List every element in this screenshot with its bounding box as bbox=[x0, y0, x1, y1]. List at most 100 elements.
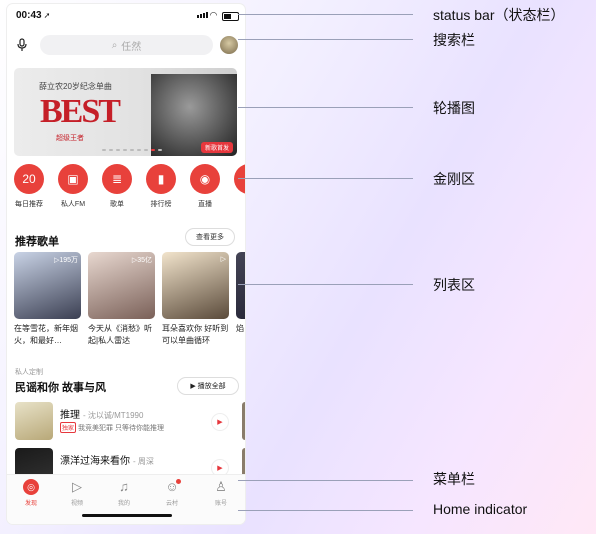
wifi-icon: ◠ bbox=[210, 10, 217, 20]
tab-community[interactable]: ☺ 云村 bbox=[152, 479, 192, 507]
calendar-icon: 20 bbox=[14, 164, 44, 194]
carousel-banner[interactable]: 薛立农20岁纪念单曲 BEST 超级王者 新歌首发 bbox=[14, 68, 237, 156]
play-all-button[interactable]: ▶ 播放全部 bbox=[177, 377, 239, 395]
callout-status-bar: status bar（状态栏） bbox=[433, 7, 565, 23]
quick-action-item[interactable]: ◉ 直播 bbox=[183, 164, 227, 209]
callout-line bbox=[238, 510, 413, 511]
location-icon: ➚ bbox=[43, 11, 51, 20]
play-count: ▷35亿 bbox=[131, 257, 152, 264]
play-count: ▷195万 bbox=[53, 257, 78, 264]
song-title-row: 漂洋过海来看你 - 周深 bbox=[60, 452, 154, 467]
song-artist: - 沈以诚/MT1990 bbox=[83, 411, 144, 420]
list-item[interactable]: 推理 - 沈以诚/MT1990 独家 我竞美犯罪 只等待你能推理 ▶ bbox=[15, 402, 245, 440]
playlist-cover: ▷ bbox=[162, 252, 229, 319]
radio-icon: ▣ bbox=[58, 164, 88, 194]
tab-label: 云村 bbox=[165, 501, 178, 507]
quick-action-label: 歌单 bbox=[110, 201, 124, 208]
search-placeholder: 任然 bbox=[121, 41, 142, 53]
play-count: ▷ bbox=[220, 256, 226, 263]
banner-title: BEST bbox=[40, 93, 121, 130]
search-bar: ⌕ 任然 bbox=[7, 32, 245, 58]
playlist-card[interactable]: 焰 bbox=[236, 252, 245, 347]
private-label: 私人定制 bbox=[15, 369, 43, 376]
discover-icon: ◎ bbox=[23, 479, 39, 495]
quick-action-item[interactable]: ▣ 私人FM bbox=[51, 164, 95, 209]
song-title-row: 推理 - 沈以诚/MT1990 bbox=[60, 406, 143, 421]
callout-list: 列表区 bbox=[433, 277, 475, 293]
song-desc-row: 独家 我竞美犯罪 只等待你能推理 bbox=[60, 422, 164, 433]
battery-icon bbox=[222, 12, 239, 21]
signal-icon bbox=[197, 12, 208, 18]
quick-action-label: 每日推荐 bbox=[15, 201, 43, 208]
account-icon: ♙ bbox=[215, 479, 227, 494]
playlist-cover: ▷35亿 bbox=[88, 252, 155, 319]
next-page-thumb bbox=[242, 402, 245, 440]
partial-icon: ◔ bbox=[234, 164, 245, 194]
playlist-title: 今天从《消愁》听起|私人雷达 bbox=[88, 324, 152, 345]
playlist-title: 耳朵喜欢你 好听到可以单曲循环 bbox=[162, 324, 229, 345]
quick-action-label: 排行榜 bbox=[150, 201, 172, 208]
tab-label: 发现 bbox=[24, 501, 37, 507]
playlist-card[interactable]: ▷ 耳朵喜欢你 好听到可以单曲循环 bbox=[162, 252, 229, 347]
callout-tabbar: 菜单栏 bbox=[433, 471, 475, 487]
banner-album: 超级王者 bbox=[56, 135, 84, 142]
quick-action-label: 私人FM bbox=[60, 201, 86, 208]
view-more-button[interactable]: 查看更多 bbox=[185, 228, 235, 246]
playlist-title: 在等雪花，新年烟火，和最好… bbox=[14, 324, 78, 345]
playlist-icon: ≣ bbox=[102, 164, 132, 194]
song-desc: 我竞美犯罪 只等待你能推理 bbox=[78, 425, 164, 432]
tab-video[interactable]: ▷ 视频 bbox=[57, 479, 97, 507]
quick-action-grid: 20 每日推荐 ▣ 私人FM ≣ 歌单 ▮ 排行榜 ◉ 直播 ◔ bbox=[7, 164, 245, 214]
callout-line bbox=[238, 284, 413, 285]
avatar[interactable] bbox=[220, 36, 238, 54]
search-icon: ⌕ bbox=[111, 39, 118, 51]
phone-screen: 00:43 ➚ ◠ ⌕ 任然 薛立农20岁纪念单曲 BEST 超级王者 新歌首发 … bbox=[7, 4, 245, 524]
quick-action-item[interactable]: 20 每日推荐 bbox=[7, 164, 51, 209]
callout-line bbox=[238, 178, 413, 179]
search-input[interactable]: ⌕ 任然 bbox=[40, 35, 213, 55]
tab-label: 我的 bbox=[117, 501, 130, 507]
carousel-dots bbox=[102, 149, 162, 151]
music-icon: ♫ bbox=[119, 479, 129, 494]
playlist-cover bbox=[236, 252, 245, 319]
song-name: 漂洋过海来看你 bbox=[60, 456, 130, 467]
tab-label: 视频 bbox=[70, 501, 83, 507]
playlist-card[interactable]: ▷195万在等雪花，新年烟火，和最好… bbox=[14, 252, 81, 347]
chart-icon: ▮ bbox=[146, 164, 176, 194]
callout-line bbox=[238, 107, 413, 108]
play-icon[interactable]: ▶ bbox=[211, 413, 229, 431]
callout-line bbox=[238, 39, 413, 40]
callout-home-indicator: Home indicator bbox=[433, 501, 528, 517]
callout-search-bar: 搜索栏 bbox=[433, 32, 475, 48]
quick-action-item[interactable]: ≣ 歌单 bbox=[95, 164, 139, 209]
exclusive-badge: 独家 bbox=[60, 422, 77, 433]
callout-line bbox=[238, 480, 413, 481]
tab-label: 账号 bbox=[214, 501, 227, 507]
video-icon: ▷ bbox=[72, 479, 82, 494]
song-thumb bbox=[15, 402, 53, 440]
live-icon: ◉ bbox=[190, 164, 220, 194]
banner-tag: 新歌首发 bbox=[200, 142, 233, 153]
callout-carousel: 轮播图 bbox=[433, 100, 475, 116]
song-artist: - 周深 bbox=[133, 457, 154, 466]
tab-music[interactable]: ♫ 我的 bbox=[104, 479, 144, 507]
tab-discover[interactable]: ◎ 发现 bbox=[11, 479, 51, 507]
private-title: 民谣和你 故事与风 bbox=[15, 382, 107, 394]
callout-quick-grid: 金刚区 bbox=[433, 171, 475, 187]
home-indicator bbox=[82, 514, 172, 517]
status-time: 00:43 ➚ bbox=[16, 10, 51, 21]
playlist-card[interactable]: ▷35亿今天从《消愁》听起|私人雷达 bbox=[88, 252, 155, 347]
status-bar: 00:43 ➚ ◠ bbox=[7, 4, 245, 28]
tab-account[interactable]: ♙ 账号 bbox=[201, 479, 241, 507]
notification-dot bbox=[176, 479, 181, 484]
quick-action-label: 直播 bbox=[198, 201, 212, 208]
microphone-icon[interactable] bbox=[15, 38, 29, 52]
playlist-cover: ▷195万 bbox=[14, 252, 81, 319]
song-name: 推理 bbox=[60, 410, 80, 421]
playlist-title: 焰 bbox=[236, 324, 244, 333]
callout-line bbox=[238, 14, 413, 15]
recommend-title: 推荐歌单 bbox=[15, 236, 59, 248]
banner-subtitle: 薛立农20岁纪念单曲 bbox=[39, 82, 112, 91]
quick-action-item[interactable]: ◔ bbox=[227, 164, 245, 199]
quick-action-item[interactable]: ▮ 排行榜 bbox=[139, 164, 183, 209]
